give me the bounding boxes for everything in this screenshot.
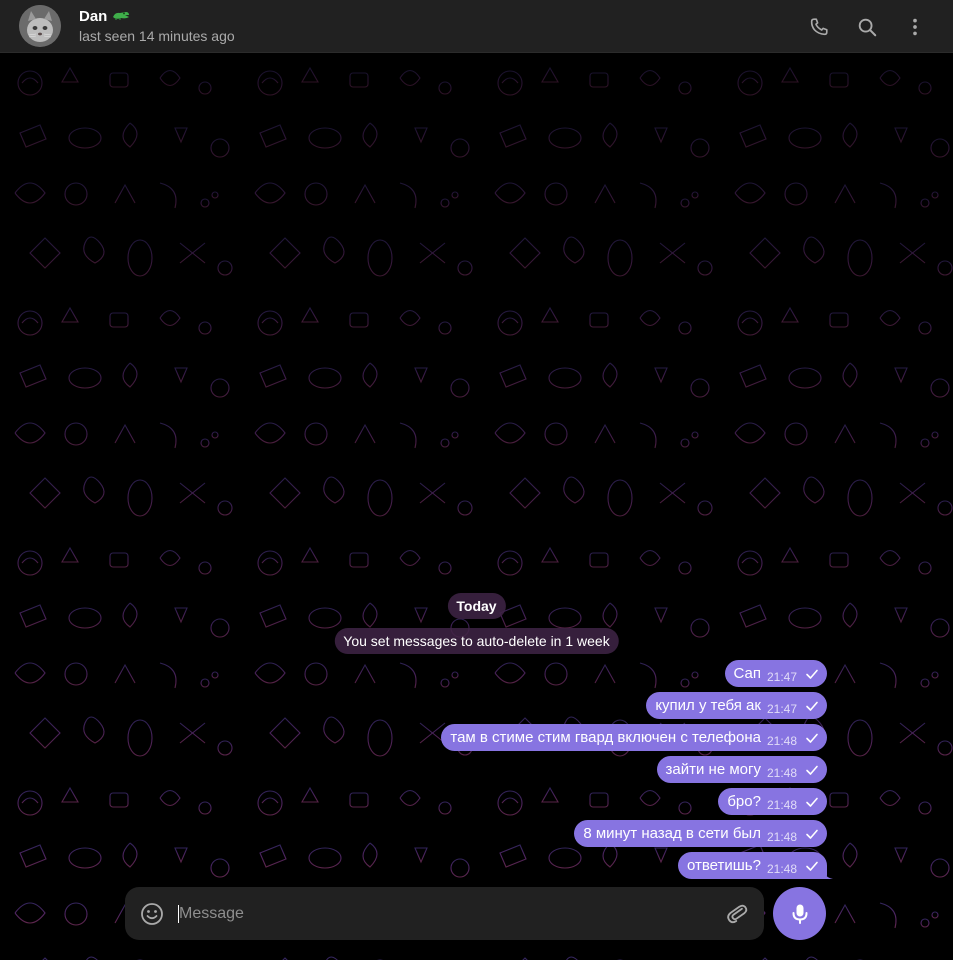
message-time: 21:48: [766, 734, 797, 748]
message-text: ответишь?: [687, 857, 761, 874]
message-text: купил у тебя ак: [655, 697, 761, 714]
message-bubble[interactable]: 8 минут назад в сети был 21:48: [574, 820, 827, 847]
microphone-icon: [792, 904, 807, 924]
message-bubble[interactable]: там в стиме стим гвард включен с телефон…: [441, 724, 827, 751]
check-icon: [806, 765, 818, 775]
header-actions: [799, 0, 935, 53]
peer-info[interactable]: Dan last seen 14 minutes ago: [79, 8, 235, 45]
message-text: Сап: [733, 665, 761, 682]
cat-avatar-image: [19, 5, 61, 47]
check-icon: [806, 797, 818, 807]
message-bubble[interactable]: ответишь? 21:48: [678, 852, 833, 879]
message-text: там в стиме стим гвард включен с телефон…: [450, 729, 761, 746]
message-time: 21:48: [766, 862, 797, 876]
message-bubble[interactable]: зайти не могу 21:48: [656, 756, 827, 783]
green-crocodile-emoji-icon: [112, 8, 130, 26]
check-icon: [806, 733, 818, 743]
check-icon: [806, 701, 818, 711]
call-button[interactable]: [799, 7, 839, 47]
phone-icon: [810, 17, 828, 35]
chat-header: Dan last seen 14 minutes ago: [0, 0, 953, 53]
message-text: бро?: [727, 793, 761, 810]
message-time: 21:47: [766, 702, 797, 716]
message-time: 21:48: [766, 766, 797, 780]
message-time: 21:47: [766, 670, 797, 684]
auto-delete-notice: You set messages to auto-delete in 1 wee…: [334, 628, 619, 654]
message-time: 21:48: [766, 830, 797, 844]
message-input[interactable]: [179, 887, 699, 940]
emoji-icon[interactable]: [139, 901, 165, 927]
more-vertical-icon: [913, 18, 917, 35]
bubble-tail: [823, 867, 833, 879]
check-icon: [806, 861, 818, 871]
paperclip-icon[interactable]: [724, 901, 750, 927]
avatar[interactable]: [19, 5, 61, 47]
peer-status: last seen 14 minutes ago: [79, 28, 235, 44]
message-text: зайти не могу: [665, 761, 761, 778]
peer-name: Dan: [79, 8, 108, 25]
search-button[interactable]: [847, 7, 887, 47]
message-bubble[interactable]: Сап 21:47: [724, 660, 827, 687]
voice-record-button[interactable]: [773, 887, 826, 940]
message-composer: [125, 887, 764, 940]
message-bubble[interactable]: бро? 21:48: [718, 788, 827, 815]
check-icon: [806, 829, 818, 839]
message-bubble[interactable]: купил у тебя ак 21:47: [646, 692, 827, 719]
check-icon: [806, 669, 818, 679]
search-icon: [858, 18, 877, 36]
message-time: 21:48: [766, 798, 797, 812]
more-button[interactable]: [895, 7, 935, 47]
message-text: 8 минут назад в сети был: [583, 825, 761, 842]
chat-area[interactable]: Today You set messages to auto-delete in…: [0, 53, 953, 960]
date-separator: Today: [447, 593, 506, 619]
